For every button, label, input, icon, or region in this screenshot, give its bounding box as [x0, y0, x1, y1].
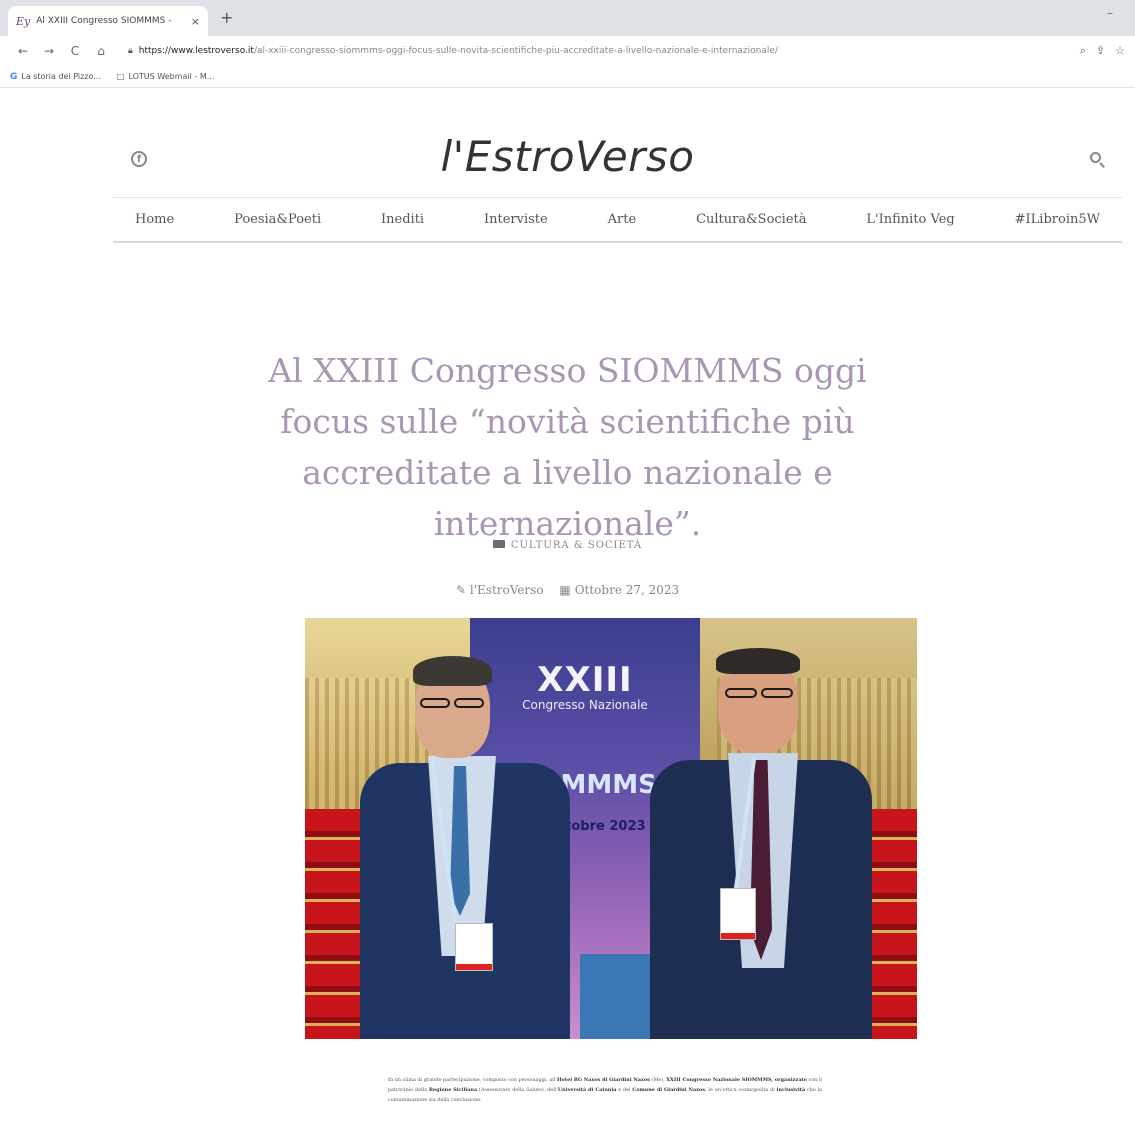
- article-date: Ottobre 27, 2023: [574, 583, 680, 597]
- hair-left: [413, 656, 492, 686]
- nav-item-arte[interactable]: Arte: [608, 212, 637, 227]
- minimize-window-button[interactable]: –: [1107, 6, 1113, 20]
- browser-tab[interactable]: Ey Al XXIII Congresso SIOMMMS - ×: [8, 6, 208, 36]
- body-text-bold: Hotel RG Naxos di Giardini Naxos: [557, 1077, 650, 1083]
- new-tab-button[interactable]: +: [220, 8, 233, 27]
- body-text-segment: (Assessorato della Salute), dell’: [477, 1087, 558, 1093]
- star-icon[interactable]: ☆: [1115, 44, 1125, 58]
- body-text-bold: XXIII Congresso Nazionale SIOMMMS, organ…: [666, 1077, 807, 1083]
- pen-icon: ✎: [455, 583, 466, 597]
- body-text-bold: Università di Catania: [557, 1087, 617, 1093]
- main-navigation: Home Poesia&Poeti Inediti Interviste Art…: [113, 197, 1122, 243]
- author-name: l'EstroVerso: [469, 583, 544, 597]
- page-icon: □: [116, 72, 125, 81]
- nav-item-ilibroin5w[interactable]: #ILibroin5W: [1015, 212, 1100, 227]
- glasses-right: [725, 688, 757, 698]
- article-photo: XXIII Congresso Nazionale SIOMMMS ottobr…: [305, 618, 917, 1039]
- badge-stripe: [456, 964, 492, 970]
- badge-stripe: [721, 933, 755, 939]
- forward-button[interactable]: →: [36, 44, 62, 58]
- glasses-left: [454, 698, 484, 708]
- reload-button[interactable]: C: [62, 44, 88, 58]
- nav-item-poesia-poeti[interactable]: Poesia&Poeti: [234, 212, 321, 227]
- article-meta: ✎ l'EstroVerso ▦ Ottobre 27, 2023: [0, 583, 1135, 597]
- bookmark-item[interactable]: G La storia dei Pizzo...: [10, 72, 101, 82]
- back-button[interactable]: ←: [10, 44, 36, 58]
- site-logo[interactable]: l'EstroVerso: [0, 132, 1135, 181]
- nav-item-inediti[interactable]: Inediti: [381, 212, 424, 227]
- date-meta: ▦ Ottobre 27, 2023: [559, 583, 679, 597]
- body-text-bold: Comune di Giardini Naxos: [632, 1087, 706, 1093]
- glasses-left: [420, 698, 450, 708]
- bookmark-item[interactable]: □ LOTUS Webmail - M...: [117, 72, 214, 81]
- author-meta[interactable]: ✎ l'EstroVerso: [456, 583, 544, 597]
- body-text-segment: In un clima di grande partecipazione, co…: [388, 1077, 557, 1083]
- body-text-segment: e del: [616, 1087, 633, 1093]
- share-icon[interactable]: ⇪: [1096, 44, 1105, 58]
- url-host: https://www.lestroverso.it: [138, 46, 254, 56]
- person-right: [650, 648, 880, 1039]
- lock-icon: 🔒︎: [128, 46, 133, 56]
- nav-item-infinito-veg[interactable]: L'Infinito Veg: [866, 212, 954, 227]
- body-text-segment: (Me),: [649, 1077, 667, 1083]
- google-icon: G: [10, 71, 18, 82]
- hair-right: [716, 648, 800, 674]
- calendar-icon: ▦: [559, 583, 571, 597]
- person-left: [360, 648, 580, 1039]
- badge-right: [720, 888, 756, 940]
- url-path: /al-xxiii-congresso-siommms-oggi-focus-s…: [253, 46, 778, 56]
- nav-item-interviste[interactable]: Interviste: [484, 212, 548, 227]
- browser-toolbar: ← → C ⌂ 🔒︎ https://www.lestroverso.it /a…: [0, 36, 1135, 66]
- badge-left: [455, 923, 493, 971]
- nav-item-home[interactable]: Home: [135, 212, 174, 227]
- address-bar[interactable]: 🔒︎ https://www.lestroverso.it /al-xxiii-…: [120, 40, 1072, 62]
- body-text-bold: Regione Siciliana: [428, 1087, 478, 1093]
- home-button[interactable]: ⌂: [88, 44, 114, 58]
- search-icon-handle: [1099, 162, 1105, 168]
- close-tab-icon[interactable]: ×: [191, 15, 200, 28]
- search-icon[interactable]: [1090, 152, 1106, 168]
- search-icon-ring: [1090, 152, 1101, 163]
- body-text-bold: inclusività: [776, 1087, 806, 1093]
- tab-title: Al XXIII Congresso SIOMMMS -: [36, 16, 172, 26]
- nav-item-cultura-societa[interactable]: Cultura&Società: [696, 212, 806, 227]
- article-title: Al XXIII Congresso SIOMMMS oggi focus su…: [268, 351, 867, 543]
- bookmark-label: La storia dei Pizzo...: [21, 72, 101, 81]
- site-favicon-icon: Ey: [16, 14, 31, 28]
- bookmark-label: LOTUS Webmail - M...: [128, 72, 215, 81]
- glasses-right: [761, 688, 793, 698]
- bookmarks-bar: G La storia dei Pizzo... □ LOTUS Webmail…: [0, 66, 1135, 88]
- body-text-segment: , le un’ottica cosmopolita di: [705, 1087, 777, 1093]
- folder-icon: [492, 540, 505, 548]
- zoom-icon[interactable]: ⌕: [1080, 44, 1086, 58]
- article-category[interactable]: CULTURA & SOCIETÀ: [0, 540, 1135, 551]
- category-label: CULTURA & SOCIETÀ: [510, 540, 643, 551]
- browser-tab-bar: Ey Al XXIII Congresso SIOMMMS - × + –: [0, 0, 1135, 36]
- article-body-paragraph: In un clima di grande partecipazione, co…: [388, 1075, 822, 1105]
